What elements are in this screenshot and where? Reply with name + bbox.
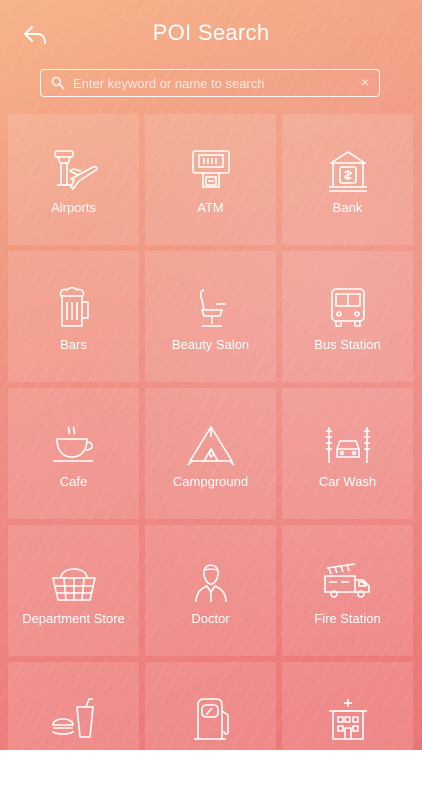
category-bus-station[interactable]: Bus Station — [282, 251, 413, 382]
category-label: ATM — [197, 200, 224, 215]
fast-food-icon — [49, 697, 99, 741]
clear-search-button[interactable]: × — [361, 74, 369, 90]
category-car-wash[interactable]: Car Wash — [282, 388, 413, 519]
search-input[interactable] — [73, 72, 343, 94]
category-label: Beauty Salon — [171, 337, 250, 352]
basket-icon — [49, 560, 99, 604]
category-label: Hospital — [324, 748, 371, 763]
category-label: Bars — [60, 337, 87, 352]
bank-icon — [323, 149, 373, 193]
category-label: Gas Station — [176, 748, 245, 763]
bus-icon — [323, 286, 373, 330]
category-bank[interactable]: Bank — [282, 114, 413, 245]
tent-icon — [186, 423, 236, 467]
doctor-icon — [186, 560, 236, 604]
category-doctor[interactable]: Doctor — [145, 525, 276, 656]
category-fire-station[interactable]: Fire Station — [282, 525, 413, 656]
category-atm[interactable]: ATM — [145, 114, 276, 245]
category-label: Department Store — [22, 611, 125, 626]
category-campground[interactable]: Campground — [145, 388, 276, 519]
category-label: Airports — [51, 200, 96, 215]
category-hospital[interactable]: Hospital — [282, 662, 413, 793]
page-title: POI Search — [152, 20, 270, 45]
category-label: Fire Station — [314, 611, 381, 626]
coffee-cup-icon — [49, 423, 99, 467]
fire-truck-icon — [323, 560, 373, 604]
category-bars[interactable]: Bars — [8, 251, 139, 382]
hospital-icon — [323, 697, 373, 741]
category-label: Bank — [332, 200, 363, 215]
header: POI Search — [0, 0, 422, 68]
category-beauty-salon[interactable]: Beauty Salon — [145, 251, 276, 382]
category-label: Campground — [172, 474, 249, 489]
category-label: Bus Station — [314, 337, 381, 352]
category-label: Car Wash — [318, 474, 377, 489]
beer-icon — [49, 286, 99, 330]
search-icon — [51, 76, 65, 90]
gas-pump-icon — [186, 697, 236, 741]
category-label: Food — [58, 748, 89, 763]
category-cafe[interactable]: Cafe — [8, 388, 139, 519]
car-wash-icon — [323, 423, 373, 467]
category-gas-station[interactable]: Gas Station — [145, 662, 276, 793]
category-department-store[interactable]: Department Store — [8, 525, 139, 656]
salon-chair-icon — [186, 286, 236, 330]
category-food[interactable]: Food — [8, 662, 139, 793]
airport-icon — [49, 149, 99, 193]
category-airports[interactable]: Airports — [8, 114, 139, 245]
category-label: Doctor — [191, 611, 230, 626]
category-label: Cafe — [59, 474, 88, 489]
search-bar[interactable]: × — [40, 69, 380, 97]
atm-icon — [186, 149, 236, 193]
